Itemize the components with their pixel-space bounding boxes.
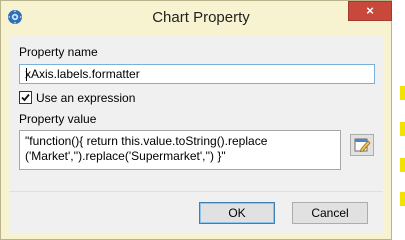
property-value-label: Property value: [19, 112, 97, 126]
property-name-label: Property name: [19, 45, 98, 59]
property-value-line: ('Market','').replace('Supermarket','') …: [25, 149, 226, 163]
edit-expression-button[interactable]: [350, 134, 374, 156]
ok-button[interactable]: OK: [199, 202, 275, 224]
cancel-button[interactable]: Cancel: [292, 202, 368, 224]
property-value-textarea[interactable]: "function(){ return this.value.toString(…: [19, 130, 341, 170]
chart-property-dialog: Chart Property × Property name xAxis.lab…: [0, 0, 392, 240]
close-button[interactable]: ×: [348, 1, 392, 21]
dialog-body: Property name xAxis.labels.formatter Use…: [9, 35, 383, 191]
use-expression-checkbox[interactable]: [19, 91, 32, 104]
background-mark: [400, 86, 405, 100]
background-app-edge: [391, 0, 405, 240]
use-expression-label[interactable]: Use an expression: [36, 91, 135, 105]
dialog-title: Chart Property: [152, 9, 250, 26]
background-mark: [400, 122, 405, 136]
background-mark: [400, 192, 405, 206]
dialog-footer: OK Cancel: [9, 191, 383, 234]
property-value-line: "function(){ return this.value.toString(…: [25, 134, 268, 148]
edit-expression-icon: [354, 138, 371, 153]
background-mark: [400, 158, 405, 172]
property-name-input[interactable]: xAxis.labels.formatter: [19, 64, 375, 84]
title-bar[interactable]: Chart Property ×: [1, 1, 392, 35]
checkmark-icon: [21, 93, 30, 102]
close-icon: ×: [366, 3, 374, 18]
text-caret: [26, 68, 27, 81]
property-name-value: xAxis.labels.formatter: [25, 67, 140, 81]
